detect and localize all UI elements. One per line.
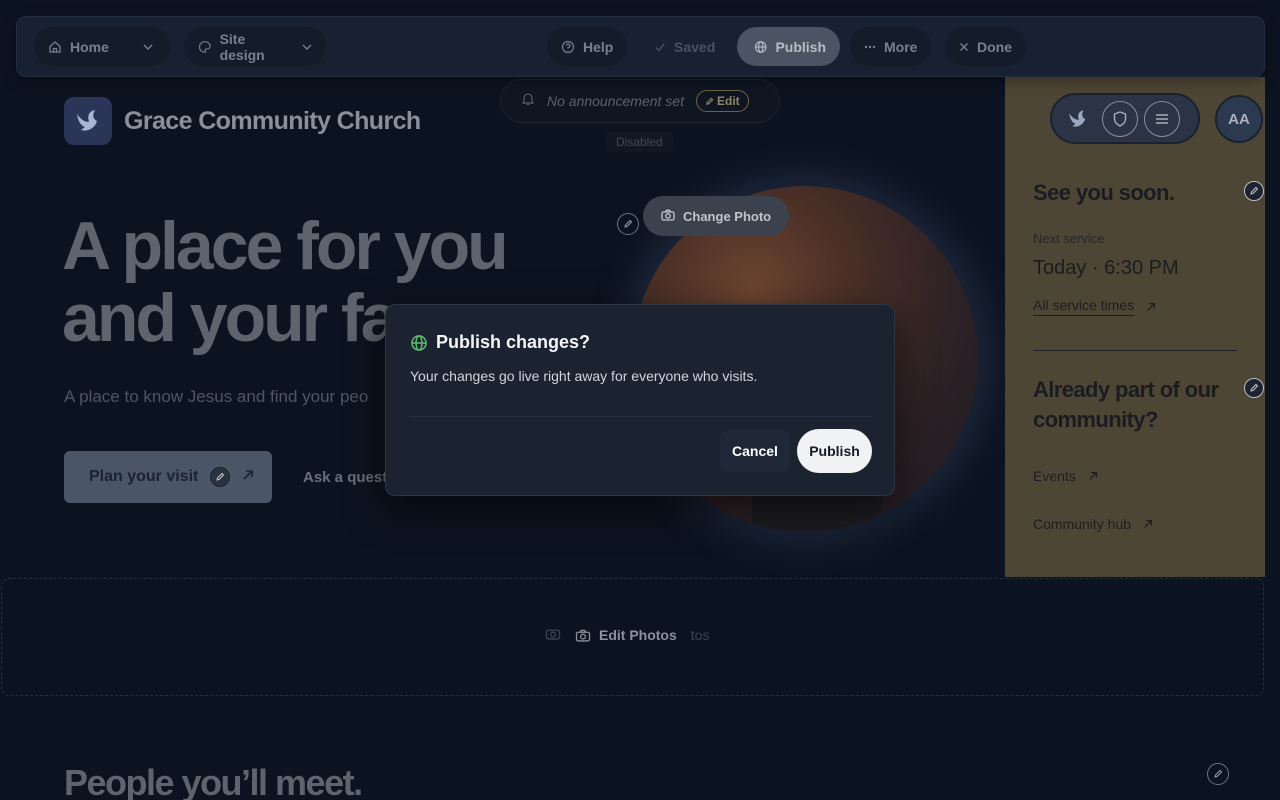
confirm-publish-button[interactable]: Publish	[797, 429, 872, 473]
publish-dialog: Publish changes? Your changes go live ri…	[385, 304, 895, 496]
dialog-divider	[410, 416, 872, 417]
dialog-message: Your changes go live right away for ever…	[410, 368, 758, 384]
dialog-title: Publish changes?	[436, 332, 591, 352]
cancel-button[interactable]: Cancel	[720, 430, 790, 472]
dialog-title-row: Publish changes?	[410, 332, 590, 353]
globe-icon	[411, 334, 427, 351]
